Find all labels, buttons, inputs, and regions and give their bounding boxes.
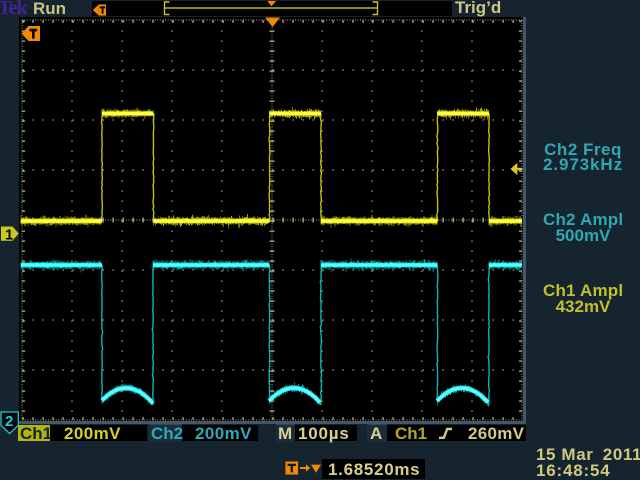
svg-text:2: 2 xyxy=(5,413,13,430)
svg-text:1: 1 xyxy=(5,226,13,243)
